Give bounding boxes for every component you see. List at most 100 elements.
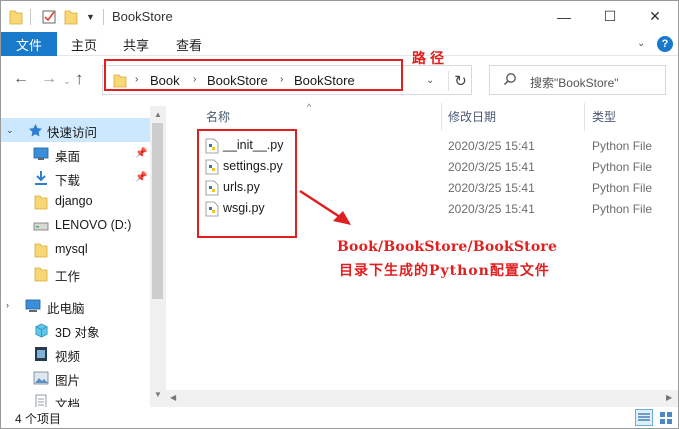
column-divider[interactable] xyxy=(441,103,442,131)
sidebar-item-label: 文档 xyxy=(55,398,81,407)
sidebar-item-label: 视频 xyxy=(55,350,81,364)
annotation-description-text: 目录下生成的Python配置文件 xyxy=(339,263,550,279)
sidebar-item-label: 快速访问 xyxy=(47,126,98,140)
tab-file[interactable]: 文件 xyxy=(1,32,57,56)
sidebar-scrollbar[interactable]: ▲ ▼ xyxy=(150,106,166,407)
tab-share[interactable]: 共享 xyxy=(113,32,159,56)
help-icon[interactable]: ? xyxy=(657,36,673,52)
sidebar-item-3d-objects[interactable]: 3D 对象 xyxy=(1,318,151,342)
sort-ascending-icon: ^ xyxy=(307,102,312,112)
sidebar-item-documents[interactable]: 文档 xyxy=(1,390,151,407)
desktop-icon xyxy=(33,146,49,162)
sidebar-item-django[interactable]: django xyxy=(1,190,151,214)
scroll-down-icon[interactable]: ▼ xyxy=(154,390,162,399)
customize-toolbar-icon[interactable]: ▼ xyxy=(86,8,95,26)
file-name: urls.py xyxy=(223,180,260,194)
ribbon-tabs: 文件 主页 共享 查看 ⌄ ? xyxy=(1,32,678,56)
file-type: Python File xyxy=(592,202,653,216)
folder-icon xyxy=(33,194,49,210)
chevron-down-icon[interactable]: ⌄ xyxy=(637,38,645,49)
scrollbar-thumb[interactable] xyxy=(152,123,163,299)
recent-locations-icon[interactable]: ⌄ xyxy=(63,73,71,89)
sidebar-item-desktop[interactable]: 桌面 📌 xyxy=(1,142,151,166)
video-icon xyxy=(33,346,49,362)
tab-home[interactable]: 主页 xyxy=(61,32,107,56)
annotation-path-text: Book/BookStore/BookStore xyxy=(337,239,558,255)
file-explorer-window: ▼ BookStore — ☐ ✕ 文件 主页 共享 查看 ⌄ ? ← → ⌄ … xyxy=(0,0,679,429)
sidebar-item-work[interactable]: 工作 xyxy=(1,262,151,286)
file-type: Python File xyxy=(592,160,653,174)
sidebar-item-label: 桌面 xyxy=(55,150,81,164)
sidebar-item-videos[interactable]: 视频 xyxy=(1,342,151,366)
sidebar-item-label: mysql xyxy=(55,242,88,256)
tab-view[interactable]: 查看 xyxy=(166,32,212,56)
minimize-button[interactable]: — xyxy=(541,1,587,32)
details-view-icon[interactable] xyxy=(635,409,653,426)
large-icons-view-icon[interactable] xyxy=(657,409,675,426)
file-row[interactable]: wsgi.py 2020/3/25 15:41 Python File xyxy=(202,198,678,219)
divider xyxy=(30,9,31,25)
star-icon xyxy=(27,122,43,138)
folder-icon xyxy=(113,74,127,91)
new-folder-icon[interactable] xyxy=(64,8,78,26)
file-date: 2020/3/25 15:41 xyxy=(448,160,535,174)
search-input[interactable]: 搜索"BookStore" xyxy=(489,65,666,95)
chevron-right-icon[interactable]: › xyxy=(6,300,9,310)
computer-icon xyxy=(25,298,41,314)
file-row[interactable]: urls.py 2020/3/25 15:41 Python File xyxy=(202,177,678,198)
navigation-pane: ⌄ 快速访问 桌面 📌 下载 📌 django LENOVO (D:) mysq… xyxy=(1,106,165,407)
breadcrumb-book[interactable]: Book xyxy=(150,73,180,88)
sidebar-item-mysql[interactable]: mysql xyxy=(1,238,151,262)
back-arrow-icon[interactable]: ← xyxy=(13,71,29,87)
annotation-arrow-icon xyxy=(299,189,351,225)
search-placeholder: 搜索"BookStore" xyxy=(530,76,619,90)
sidebar-item-quick-access[interactable]: ⌄ 快速访问 xyxy=(1,118,151,142)
pin-icon[interactable]: 📌 xyxy=(135,172,147,183)
item-count: 4 个项目 xyxy=(15,412,62,426)
column-header-date[interactable]: 修改日期 xyxy=(448,108,496,125)
column-header-name[interactable]: 名称 xyxy=(206,108,230,125)
chevron-down-icon[interactable]: ⌄ xyxy=(6,125,14,136)
refresh-icon[interactable]: ↻ xyxy=(448,71,472,91)
search-icon xyxy=(503,72,517,86)
sidebar-item-label: django xyxy=(55,194,93,208)
3d-objects-icon xyxy=(33,322,49,338)
properties-icon[interactable] xyxy=(41,8,57,26)
status-bar: 4 个项目 xyxy=(1,407,678,428)
sidebar-item-this-pc[interactable]: › 此电脑 xyxy=(1,294,151,318)
sidebar-item-lenovo-drive[interactable]: LENOVO (D:) xyxy=(1,214,151,238)
documents-icon xyxy=(33,394,49,407)
maximize-button[interactable]: ☐ xyxy=(587,1,633,32)
breadcrumb-bookstore-current[interactable]: BookStore xyxy=(294,73,355,88)
sidebar-item-pictures[interactable]: 图片 xyxy=(1,366,151,390)
python-file-icon xyxy=(205,138,219,154)
pictures-icon xyxy=(33,370,49,386)
scroll-up-icon[interactable]: ▲ xyxy=(154,110,162,119)
title-bar: ▼ BookStore — ☐ ✕ xyxy=(1,1,678,32)
file-date: 2020/3/25 15:41 xyxy=(448,202,535,216)
chevron-right-icon: › xyxy=(280,74,284,85)
folder-icon xyxy=(33,242,49,258)
file-type: Python File xyxy=(592,181,653,195)
scroll-right-icon[interactable]: ▶ xyxy=(666,393,672,402)
sidebar-item-label: 图片 xyxy=(55,374,81,388)
breadcrumb-bookstore[interactable]: BookStore xyxy=(207,73,268,88)
file-row[interactable]: settings.py 2020/3/25 15:41 Python File xyxy=(202,156,678,177)
chevron-right-icon: › xyxy=(135,74,139,85)
up-arrow-icon[interactable]: ↑ xyxy=(75,70,84,87)
sidebar-item-label: 下载 xyxy=(55,174,81,188)
column-divider[interactable] xyxy=(584,103,585,131)
file-name: wsgi.py xyxy=(223,201,265,215)
forward-arrow-icon[interactable]: → xyxy=(41,71,57,87)
python-file-icon xyxy=(205,201,219,217)
file-row[interactable]: __init__.py 2020/3/25 15:41 Python File xyxy=(202,135,678,156)
address-bar[interactable]: › Book › BookStore › BookStore ⌄ ↻ xyxy=(102,65,472,95)
close-button[interactable]: ✕ xyxy=(632,1,678,32)
pin-icon[interactable]: 📌 xyxy=(135,148,147,159)
sidebar-item-downloads[interactable]: 下载 📌 xyxy=(1,166,151,190)
chevron-down-icon[interactable]: ⌄ xyxy=(426,75,434,86)
drive-icon xyxy=(33,218,49,234)
column-header-type[interactable]: 类型 xyxy=(592,108,616,125)
scroll-left-icon[interactable]: ◀ xyxy=(170,393,176,402)
content-horizontal-scrollbar[interactable]: ◀ ▶ xyxy=(166,390,678,407)
